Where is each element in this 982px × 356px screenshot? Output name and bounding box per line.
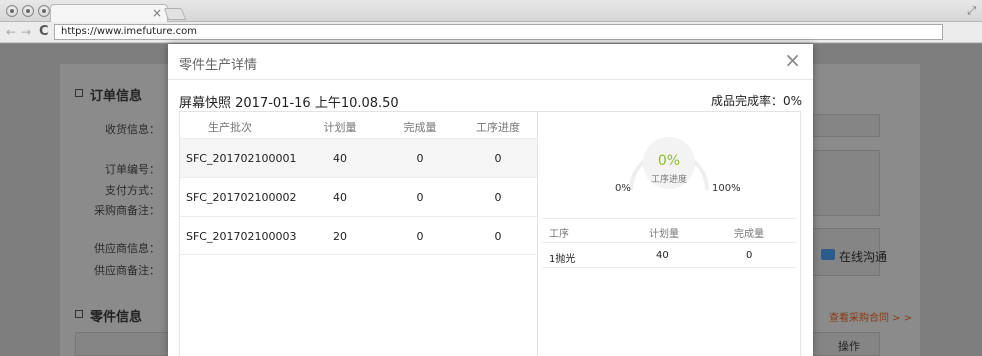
window-close-icon[interactable]	[6, 5, 18, 17]
browser-titlebar: × ⤢	[0, 0, 982, 22]
planned-qty: 20	[333, 230, 347, 243]
production-detail-modal: 零件生产详情 × 屏幕快照 2017-01-16 上午10.08.50 成品完成…	[168, 44, 813, 356]
completed-qty: 0	[746, 250, 753, 261]
batch-id: SFC_201702100002	[186, 191, 297, 204]
batch-table-header: 生产批次 计划量 完成量 工序进度	[180, 112, 537, 138]
batch-id: SFC_201702100003	[186, 230, 297, 243]
address-bar[interactable]: https://www.imefuture.com	[54, 24, 943, 40]
gauge-min-label: 0%	[615, 183, 631, 194]
supplier-info-label: 供应商信息：	[94, 242, 160, 255]
planned-qty: 40	[333, 191, 347, 204]
col-progress: 工序进度	[476, 121, 520, 134]
completion-rate: 成品完成率：0%	[710, 94, 802, 108]
modal-header: 零件生产详情 ×	[168, 44, 813, 80]
process-table-header: 工序 计划量 完成量	[542, 218, 796, 241]
browser-toolbar: ← → C https://www.imefuture.com	[0, 22, 982, 43]
close-icon[interactable]: ×	[784, 50, 801, 70]
new-tab-button[interactable]	[163, 8, 187, 20]
process-progress: 0	[494, 230, 502, 243]
forward-arrow-icon[interactable]: →	[21, 25, 31, 39]
planned-qty: 40	[333, 152, 347, 165]
chat-icon[interactable]	[821, 249, 835, 260]
payment-label: 支付方式：	[105, 184, 160, 197]
fullscreen-icon[interactable]: ⤢	[967, 4, 976, 18]
online-chat-link[interactable]: 在线沟通	[839, 248, 887, 265]
back-arrow-icon[interactable]: ←	[6, 25, 16, 39]
col-planned: 计划量	[649, 229, 679, 240]
batch-table: 生产批次 计划量 完成量 工序进度 SFC_201702100001 40 0 …	[179, 111, 538, 356]
snapshot-title: 屏幕快照 2017-01-16 上午10.08.50	[179, 96, 399, 111]
window-maximize-icon[interactable]	[38, 5, 50, 17]
table-row[interactable]: 1抛光 40 0	[542, 242, 796, 268]
reload-icon[interactable]: C	[39, 24, 49, 39]
col-process: 工序	[549, 229, 569, 240]
browser-tab[interactable]: ×	[50, 4, 168, 22]
gauge-value: 0%	[657, 153, 681, 169]
parts-section-title: 零件信息	[74, 306, 142, 325]
table-row[interactable]: SFC_201702100003 20 0 0	[180, 216, 537, 255]
modal-title: 零件生产详情	[179, 58, 258, 73]
order-section-title: 订单信息	[74, 85, 142, 104]
process-progress: 0	[494, 152, 502, 165]
order-no-label: 订单编号：	[105, 163, 160, 176]
process-panel: 0% 工序进度 0% 100% 工序 计划量 完成量 1抛光 40 0	[537, 111, 801, 356]
process-name: 1抛光	[549, 254, 576, 265]
gauge-label: 工序进度	[650, 175, 687, 185]
table-row[interactable]: SFC_201702100001 40 0 0	[180, 138, 537, 177]
contract-link[interactable]: 查看采购合同 > >	[829, 309, 912, 324]
completed-qty: 0	[416, 230, 424, 243]
operation-column-header: 操作	[838, 340, 860, 353]
col-planned: 计划量	[323, 121, 357, 134]
completed-qty: 0	[416, 191, 424, 204]
tab-close-icon[interactable]: ×	[152, 6, 162, 20]
window-minimize-icon[interactable]	[22, 5, 34, 17]
completed-qty: 0	[416, 152, 424, 165]
gauge-max-label: 100%	[712, 183, 741, 194]
planned-qty: 40	[656, 250, 669, 261]
shipping-label: 收货信息：	[105, 123, 160, 136]
buyer-note-label: 采购商备注：	[94, 204, 160, 217]
batch-id: SFC_201702100001	[186, 152, 297, 165]
supplier-note-label: 供应商备注：	[94, 264, 160, 277]
process-progress: 0	[494, 191, 502, 204]
table-row[interactable]: SFC_201702100002 40 0 0	[180, 177, 537, 216]
col-completed: 完成量	[403, 121, 437, 134]
col-batch: 生产批次	[208, 121, 252, 134]
col-completed: 完成量	[734, 229, 764, 240]
